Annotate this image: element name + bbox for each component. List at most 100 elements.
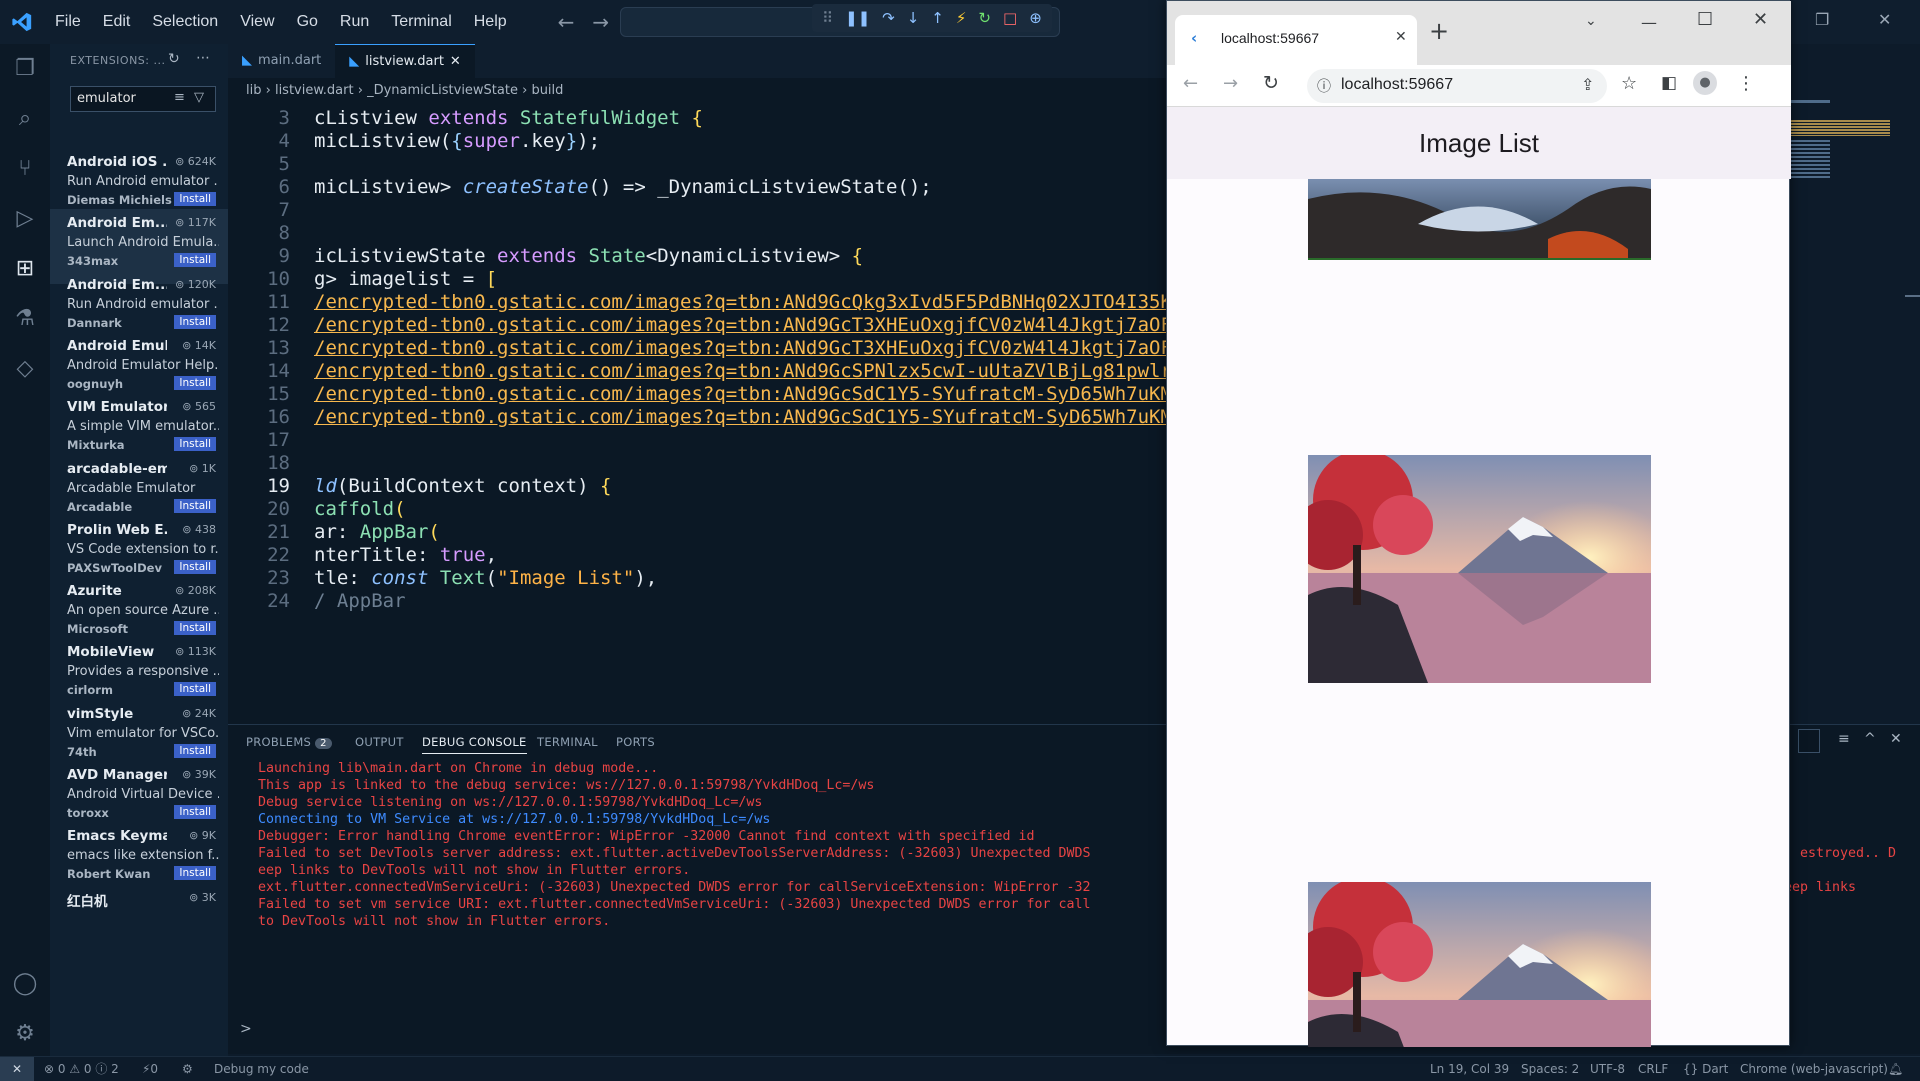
menu-help[interactable]: Help [463, 0, 518, 44]
install-button[interactable]: Install [174, 621, 216, 636]
code-editor[interactable]: 3 cListview extends StatefulWidget {4 micL… [228, 104, 1292, 724]
minimap[interactable] [1790, 100, 1900, 300]
cursor-position[interactable]: Ln 19, Col 39 [1430, 1057, 1509, 1081]
devtools-icon[interactable]: ⊕ [1029, 9, 1042, 27]
scrollbar-thumb[interactable] [1905, 295, 1920, 297]
step-over-icon[interactable]: ↷ [882, 9, 895, 27]
bookmark-star-icon[interactable]: ☆ [1621, 73, 1637, 94]
install-button[interactable]: Install [174, 498, 216, 513]
forward-arrow-icon[interactable]: → [592, 10, 609, 34]
tab-debug-console[interactable]: DEBUG CONSOLE [422, 735, 527, 754]
pause-icon[interactable]: ❚❚ [845, 9, 870, 27]
refresh-icon[interactable]: ↻ [168, 51, 180, 67]
menu-selection[interactable]: Selection [141, 0, 229, 44]
tab-problems[interactable]: PROBLEMS 2 [246, 735, 332, 749]
debug-config-icon[interactable]: ⚙ [182, 1057, 193, 1081]
drag-handle-icon[interactable]: ⠿ [822, 9, 833, 27]
step-into-icon[interactable]: ↓ [907, 9, 920, 27]
restart-icon[interactable]: ↻ [978, 9, 991, 27]
maximize-browser-icon[interactable]: ☐ [1697, 9, 1713, 30]
explorer-icon[interactable]: ❐ [10, 54, 40, 84]
minimize-browser-icon[interactable]: — [1641, 13, 1657, 32]
install-button[interactable]: Install [174, 866, 216, 881]
browser-tab[interactable]: ‹ localhost:59667 ✕ [1175, 15, 1417, 65]
address-bar[interactable]: ⓘ localhost:59667 [1307, 69, 1607, 103]
clear-filter-icon[interactable]: ≡ [174, 90, 185, 105]
testing-icon[interactable]: ⚗ [10, 304, 40, 334]
console-prompt[interactable]: > [240, 1021, 252, 1037]
ports-status[interactable]: ⚡0 [142, 1057, 158, 1081]
menu-file[interactable]: File [44, 0, 92, 44]
menu-go[interactable]: Go [286, 0, 329, 44]
flutter-app-bar: Image List [1167, 107, 1791, 179]
filter-icon[interactable]: ▽ [194, 90, 204, 105]
clear-console-icon[interactable]: ≡ [1838, 731, 1850, 747]
install-button[interactable]: Install [174, 314, 216, 329]
install-button[interactable]: Install [174, 743, 216, 758]
line-ending-status[interactable]: CRLF [1638, 1057, 1668, 1081]
code-token: ld [314, 475, 337, 497]
debug-config-status[interactable]: Debug my code [214, 1057, 309, 1081]
menu-terminal[interactable]: Terminal [380, 0, 462, 44]
flutter-icon[interactable]: ◇ [10, 354, 40, 384]
image-list[interactable] [1167, 179, 1791, 1047]
download-count: ⊚ 9K [189, 829, 216, 843]
more-actions-icon[interactable]: ⋯ [196, 50, 210, 66]
extensions-icon[interactable]: ⊞ [10, 254, 40, 284]
breadcrumb-item[interactable]: lib [246, 83, 261, 98]
install-button[interactable]: Install [174, 375, 216, 390]
install-button[interactable]: Install [174, 192, 216, 206]
hot-reload-icon[interactable]: ⚡ [956, 9, 967, 27]
browser-back-icon[interactable]: ← [1183, 73, 1198, 94]
close-tab-icon[interactable]: ✕ [450, 45, 461, 79]
install-button[interactable]: Install [174, 682, 216, 697]
settings-gear-icon[interactable]: ⚙ [10, 1019, 40, 1049]
extension-item[interactable]: 红白机 ⊚ 3K [50, 884, 228, 959]
tab-ports[interactable]: PORTS [616, 735, 655, 749]
back-arrow-icon[interactable]: ← [558, 10, 575, 34]
share-icon[interactable]: ⇪ [1581, 75, 1594, 94]
new-tab-icon[interactable]: + [1429, 17, 1449, 45]
reload-icon[interactable]: ↻ [1263, 72, 1279, 94]
close-panel-icon[interactable]: ✕ [1890, 731, 1902, 747]
install-button[interactable]: Install [174, 253, 216, 268]
stop-icon[interactable]: □ [1003, 9, 1017, 27]
close-window-icon[interactable]: ✕ [1878, 10, 1891, 29]
remote-indicator-icon[interactable]: ✕ [0, 1057, 34, 1081]
account-icon[interactable]: ◯ [10, 969, 40, 999]
menu-run[interactable]: Run [329, 0, 380, 44]
site-info-icon[interactable]: ⓘ [1317, 76, 1331, 96]
source-control-icon[interactable]: ⑂ [10, 154, 40, 184]
breadcrumb-item[interactable]: _DynamicListviewState [367, 83, 518, 98]
install-button[interactable]: Install [174, 559, 216, 574]
close-browser-tab-icon[interactable]: ✕ [1395, 29, 1407, 45]
install-button[interactable]: Install [174, 437, 216, 452]
search-icon[interactable]: ⌕ [10, 104, 40, 134]
browser-menu-icon[interactable]: ⋮ [1737, 73, 1755, 94]
profile-avatar-icon[interactable]: ● [1693, 71, 1717, 95]
tab-listview-dart[interactable]: ◣ listview.dart ✕ [335, 44, 475, 78]
console-filter-input[interactable] [1798, 729, 1820, 753]
breadcrumb-item[interactable]: listview.dart [275, 83, 354, 98]
encoding-status[interactable]: UTF-8 [1590, 1057, 1625, 1081]
tab-output[interactable]: OUTPUT [355, 735, 404, 749]
device-status[interactable]: Chrome (web-javascript) [1740, 1057, 1888, 1081]
menu-edit[interactable]: Edit [92, 0, 142, 44]
close-browser-icon[interactable]: ✕ [1753, 9, 1768, 30]
menu-view[interactable]: View [229, 0, 285, 44]
tab-search-icon[interactable]: ⌄ [1585, 13, 1597, 29]
browser-forward-icon[interactable]: → [1223, 73, 1238, 94]
language-mode[interactable]: {} Dart [1683, 1057, 1728, 1081]
step-out-icon[interactable]: ↑ [931, 9, 944, 27]
breadcrumb-item[interactable]: build [531, 83, 563, 98]
notifications-bell-icon[interactable]: 🔔︎ [1888, 1057, 1903, 1081]
restore-window-icon[interactable]: ❐ [1815, 10, 1829, 29]
install-button[interactable]: Install [174, 805, 216, 819]
tab-main-dart[interactable]: ◣ main.dart [228, 44, 335, 78]
run-debug-icon[interactable]: ▷ [10, 204, 40, 234]
maximize-panel-icon[interactable]: ^ [1864, 731, 1876, 747]
indentation-status[interactable]: Spaces: 2 [1521, 1057, 1579, 1081]
side-panel-icon[interactable]: ◧ [1661, 73, 1677, 93]
tab-terminal[interactable]: TERMINAL [537, 735, 598, 749]
problems-status[interactable]: ⊗ 0 ⚠ 0 ⓘ 2 [44, 1057, 119, 1081]
